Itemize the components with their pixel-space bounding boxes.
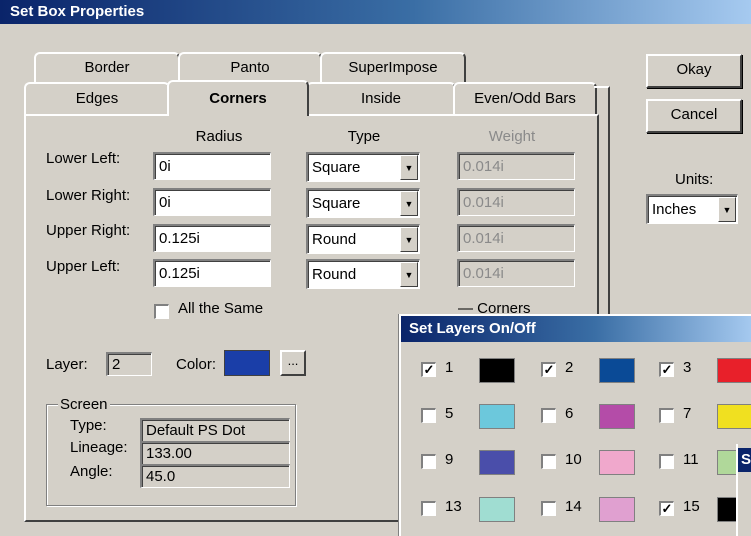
lower-right-label: Lower Right: [46,187,131,204]
layer-11-checkbox[interactable] [659,454,674,469]
layer-14-checkbox[interactable] [541,501,556,516]
screen-type-value: Default PS Dot [140,418,290,442]
okay-button[interactable]: Okay [646,54,742,88]
layer-9-color-swatch[interactable] [479,450,515,475]
layer-2-checkbox[interactable]: ✓ [541,362,556,377]
layer-11-label: 11 [683,451,699,468]
upper-right-type-value: Round [312,231,357,248]
lower-right-weight-input: 0.014i [457,188,575,216]
lower-left-type-value: Square [312,159,361,176]
tab-corners[interactable]: Corners [167,80,309,116]
weight-header: Weight [488,128,536,145]
layer-13-checkbox[interactable] [421,501,436,516]
layer-1-color-swatch[interactable] [479,358,515,383]
layer-15-checkbox[interactable]: ✓ [659,501,674,516]
upper-right-type-select[interactable]: Round ▼ [306,224,420,254]
chevron-down-icon[interactable]: ▼ [718,197,736,222]
units-label: Units: [675,171,714,188]
layer-10-checkbox[interactable] [541,454,556,469]
upper-left-weight-input: 0.014i [457,259,575,287]
color-browse-button[interactable]: ... [280,350,306,376]
screen-lineage-label: Lineage: [70,439,128,456]
lower-left-radius-input[interactable]: 0i [153,152,271,180]
layer-3-checkbox[interactable]: ✓ [659,362,674,377]
upper-right-label: Upper Right: [46,222,131,239]
upper-left-type-select[interactable]: Round ▼ [306,259,420,289]
tab-edges[interactable]: Edges [24,82,170,114]
layers-dialog: Set Layers On/Off ✓ 1 ✓ 2 ✓ 3 5 6 7 9 10 11 13 14 ✓ 15 [399,314,751,536]
chevron-down-icon[interactable]: ▼ [400,191,418,216]
all-the-same-label: All the Same [178,300,264,317]
lower-right-type-select[interactable]: Square ▼ [306,188,420,218]
cancel-button[interactable]: Cancel [646,99,742,133]
layer-7-label: 7 [683,405,692,422]
layer-6-color-swatch[interactable] [599,404,635,429]
layer-10-color-swatch[interactable] [599,450,635,475]
upper-right-radius-input[interactable]: 0.125i [153,224,271,252]
layer-13-color-swatch[interactable] [479,497,515,522]
layer-3-label: 3 [683,359,692,376]
partial-dialog-title: S [738,448,751,472]
tab-inside[interactable]: Inside [306,82,456,114]
upper-left-type-value: Round [312,266,357,283]
layer-5-checkbox[interactable] [421,408,436,423]
layer-1-checkbox[interactable]: ✓ [421,362,436,377]
layers-dialog-title: Set Layers On/Off [401,316,751,342]
layer-value: 2 [106,352,152,376]
chevron-down-icon[interactable]: ▼ [400,155,418,180]
lower-left-type-select[interactable]: Square ▼ [306,152,420,182]
layer-label: Layer: [46,356,88,373]
layer-10-label: 10 [565,451,582,468]
layer-7-color-swatch[interactable] [717,404,751,429]
lower-left-weight-input: 0.014i [457,152,575,180]
chevron-down-icon[interactable]: ▼ [400,227,418,252]
layer-5-color-swatch[interactable] [479,404,515,429]
screen-angle-value: 45.0 [140,464,290,488]
screen-lineage-value: 133.00 [140,441,290,465]
all-the-same-checkbox[interactable] [154,304,169,319]
color-label: Color: [176,356,217,373]
layer-9-label: 9 [445,451,454,468]
layer-1-label: 1 [445,359,454,376]
screen-group-label: Screen [58,396,110,413]
screen-angle-label: Angle: [70,463,113,480]
partial-dialog: S [736,444,751,536]
layer-2-label: 2 [565,359,574,376]
units-select[interactable]: Inches ▼ [646,194,738,224]
upper-left-label: Upper Left: [46,258,121,275]
lower-left-label: Lower Left: [46,150,121,167]
layer-14-label: 14 [565,498,582,515]
screen-type-label: Type: [70,417,107,434]
type-header: Type [347,128,381,145]
layer-15-label: 15 [683,498,700,515]
tab-even-odd-bars[interactable]: Even/Odd Bars [453,82,597,114]
layer-9-checkbox[interactable] [421,454,436,469]
layer-13-label: 13 [445,498,462,515]
units-value: Inches [652,201,697,218]
window-title: Set Box Properties [0,0,751,24]
tab-border[interactable]: Border [34,52,180,84]
layer-6-checkbox[interactable] [541,408,556,423]
layer-14-color-swatch[interactable] [599,497,635,522]
layer-6-label: 6 [565,405,574,422]
color-swatch[interactable] [224,350,270,376]
lower-right-type-value: Square [312,195,361,212]
layer-7-checkbox[interactable] [659,408,674,423]
layer-5-label: 5 [445,405,454,422]
tab-superimpose[interactable]: SuperImpose [320,52,466,84]
upper-right-weight-input: 0.014i [457,224,575,252]
radius-header: Radius [195,128,243,145]
layer-3-color-swatch[interactable] [717,358,751,383]
upper-left-radius-input[interactable]: 0.125i [153,259,271,287]
chevron-down-icon[interactable]: ▼ [400,262,418,287]
layer-2-color-swatch[interactable] [599,358,635,383]
lower-right-radius-input[interactable]: 0i [153,188,271,216]
